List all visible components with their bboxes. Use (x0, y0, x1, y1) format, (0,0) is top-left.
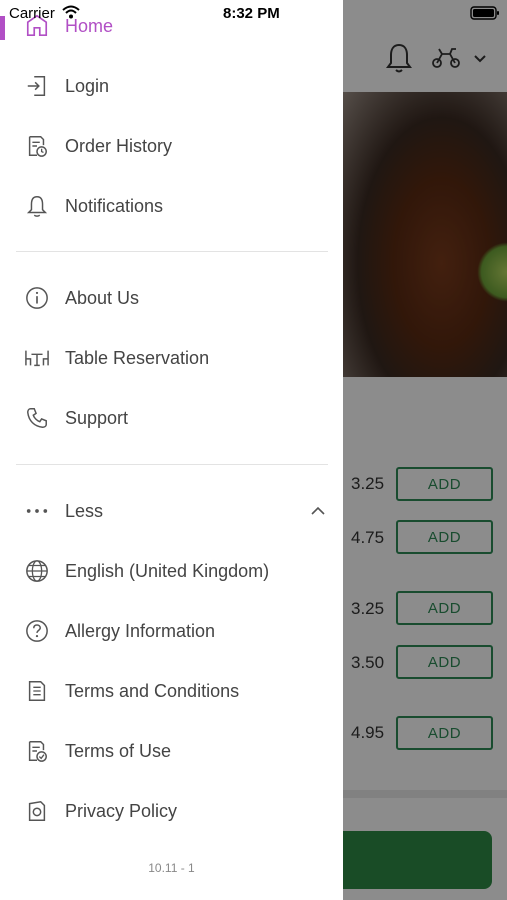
app-version: 10.11 - 1 (148, 861, 195, 875)
battery-icon (470, 6, 499, 20)
menu-item-label: Order History (65, 135, 173, 156)
order-history-icon (24, 133, 50, 159)
bell-icon (24, 193, 50, 219)
menu-divider (16, 251, 328, 252)
status-bar: Carrier 8:32 PM (0, 0, 507, 28)
menu-item-label: About Us (65, 287, 140, 308)
menu-item-notifications[interactable]: Notifications (0, 178, 343, 234)
menu-item-label: Terms of Use (65, 740, 172, 761)
carrier-label: Carrier (9, 5, 55, 22)
menu-item-privacy-policy[interactable]: Privacy Policy (0, 783, 343, 839)
menu-item-less[interactable]: Less (0, 483, 343, 539)
menu-item-label: Login (65, 75, 110, 96)
menu-item-login[interactable]: Login (0, 58, 343, 114)
menu-item-label: Table Reservation (65, 347, 210, 368)
menu-item-order-history[interactable]: Order History (0, 118, 343, 174)
document-icon (24, 678, 50, 704)
menu-item-label: Support (65, 407, 129, 428)
table-icon (24, 345, 50, 371)
menu-item-label: Terms and Conditions (65, 680, 240, 701)
chevron-up-icon[interactable] (310, 506, 326, 516)
menu-item-label: English (United Kingdom) (65, 560, 270, 581)
info-icon (24, 285, 50, 311)
question-icon (24, 618, 50, 644)
privacy-icon (24, 798, 50, 824)
login-icon (24, 73, 50, 99)
globe-icon (24, 558, 50, 584)
menu-item-terms-and-conditions[interactable]: Terms and Conditions (0, 663, 343, 719)
menu-divider (16, 464, 328, 465)
menu-item-terms-of-use[interactable]: Terms of Use (0, 723, 343, 779)
menu-item-language[interactable]: English (United Kingdom) (0, 543, 343, 599)
menu-item-allergy-information[interactable]: Allergy Information (0, 603, 343, 659)
menu-item-about-us[interactable]: About Us (0, 270, 343, 326)
menu-item-support[interactable]: Support (0, 390, 343, 446)
status-time: 8:32 PM (223, 5, 280, 22)
menu-item-label: Privacy Policy (65, 800, 178, 821)
phone-icon (24, 405, 50, 431)
menu-item-label: Notifications (65, 195, 164, 216)
more-dots-icon (24, 498, 50, 524)
document-check-icon (24, 738, 50, 764)
menu-item-table-reservation[interactable]: Table Reservation (0, 330, 343, 386)
menu-item-label: Less (65, 500, 104, 521)
menu-item-label: Allergy Information (65, 620, 216, 641)
wifi-icon (62, 5, 80, 19)
side-drawer: Home Login Order History Notifications A… (0, 0, 343, 900)
